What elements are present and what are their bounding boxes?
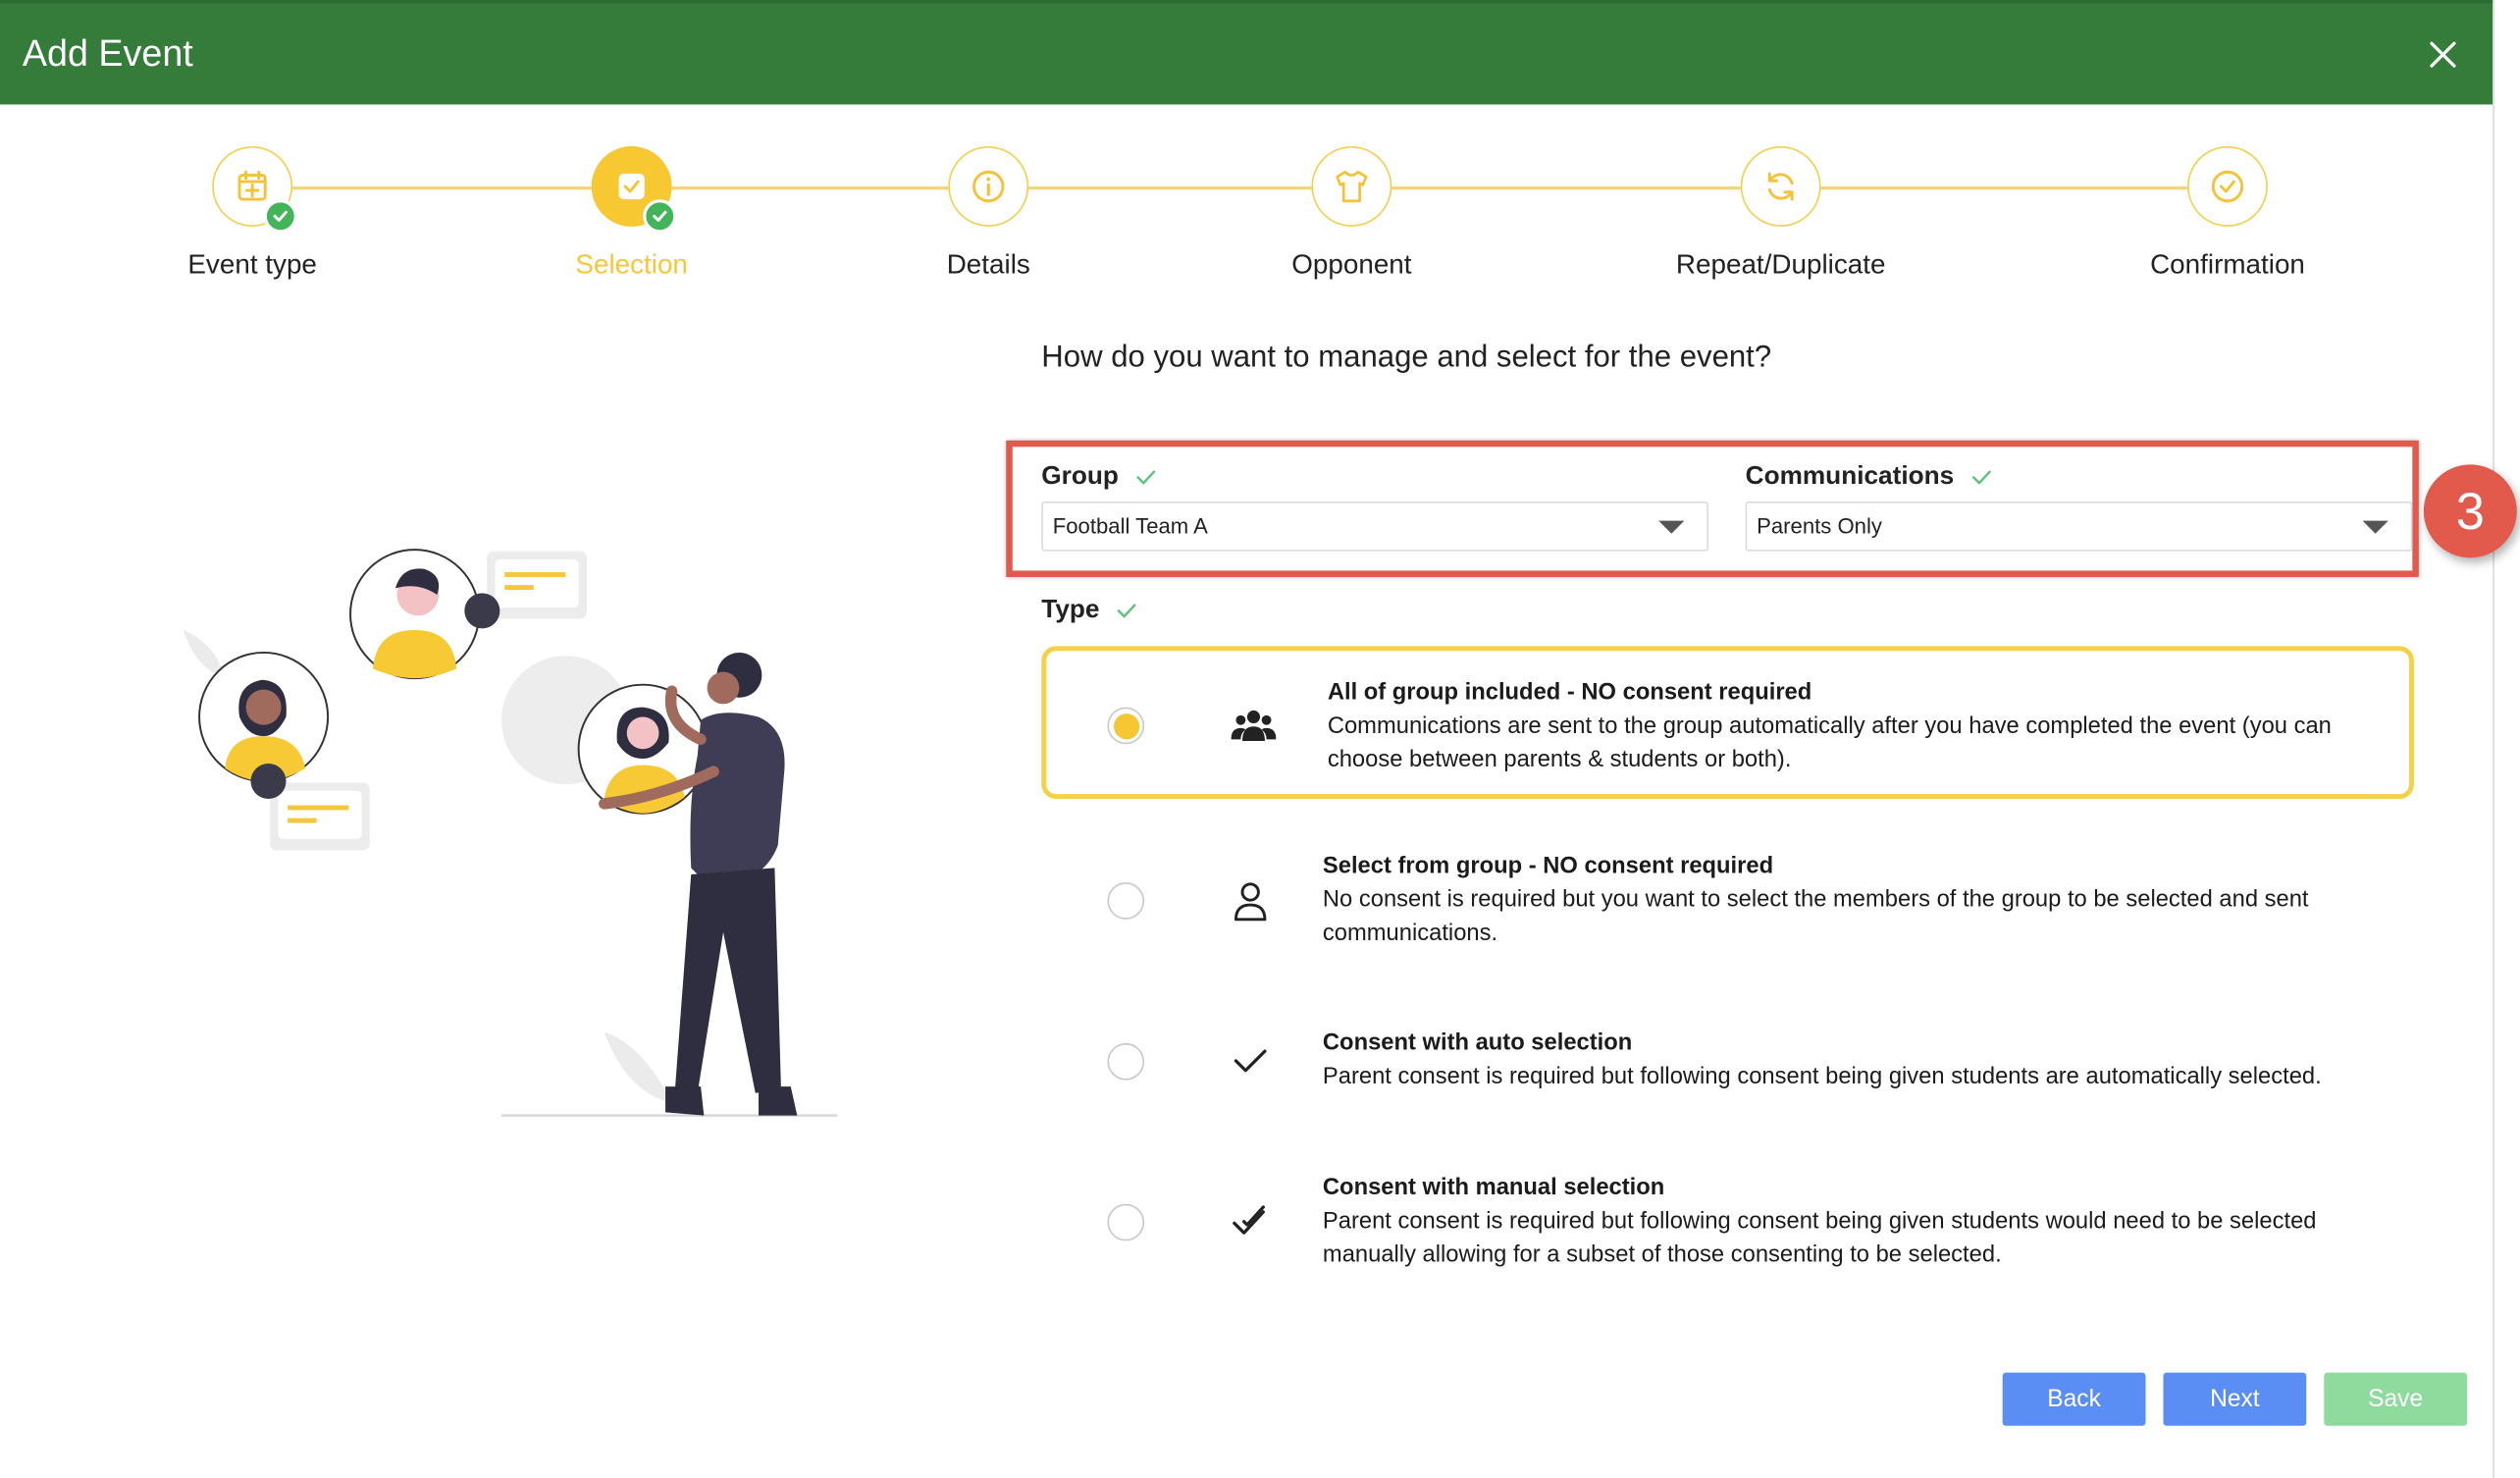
option-description: Parent consent is required but following… xyxy=(1322,1064,2322,1090)
modal-title: Add Event xyxy=(22,31,193,75)
option-title: Select from group - NO consent required xyxy=(1322,853,1774,879)
step-event-type[interactable] xyxy=(212,146,297,234)
group-icon xyxy=(1231,706,1277,752)
step-complete-check-icon xyxy=(643,199,677,234)
person-icon xyxy=(1232,881,1270,931)
step-confirmation[interactable] xyxy=(2187,146,2268,227)
option-description: No consent is required but you want to s… xyxy=(1322,887,2309,947)
people-selection-illustration xyxy=(161,530,852,1125)
chevron-down-icon xyxy=(1658,520,1685,534)
refresh-icon xyxy=(1767,172,1794,201)
back-button[interactable]: Back xyxy=(2002,1372,2146,1426)
next-button[interactable]: Next xyxy=(2163,1372,2307,1426)
add-event-modal: Add Event Event type Selection Details O… xyxy=(0,0,2520,1478)
step-label-confirmation: Confirmation xyxy=(2150,248,2305,280)
info-icon xyxy=(972,170,1005,203)
type-option-all-of-group[interactable]: All of group included - NO consent requi… xyxy=(1041,646,2414,799)
communications-label-text: Communications xyxy=(1745,462,1955,491)
checkbox-icon xyxy=(618,173,645,200)
scrollbar-track xyxy=(2493,0,2520,1478)
shirt-icon xyxy=(1336,170,1368,203)
option-title: All of group included - NO consent requi… xyxy=(1327,679,1812,706)
group-label: Group xyxy=(1041,463,1157,492)
step-label-event-type: Event type xyxy=(187,248,317,280)
close-icon[interactable] xyxy=(2421,32,2466,78)
radio-consent-manual[interactable] xyxy=(1107,1203,1145,1241)
step-complete-check-icon xyxy=(263,199,297,234)
type-option-select-from-group[interactable]: Select from group - NO consent required … xyxy=(1041,836,2414,973)
radio-consent-auto[interactable] xyxy=(1107,1042,1145,1081)
step-connector xyxy=(1391,185,1741,189)
group-label-text: Group xyxy=(1041,462,1119,491)
step-connector xyxy=(1820,185,2188,189)
step-opponent[interactable] xyxy=(1311,146,1392,227)
group-select[interactable]: Football Team A xyxy=(1041,501,1708,552)
step-label-details: Details xyxy=(946,248,1030,280)
step-selection[interactable] xyxy=(591,146,677,234)
annotation-step-badge: 3 xyxy=(2423,464,2517,558)
option-description: Communications are sent to the group aut… xyxy=(1327,713,2332,773)
step-connector xyxy=(1028,185,1312,189)
check-icon xyxy=(1232,1045,1270,1085)
option-title: Consent with auto selection xyxy=(1322,1029,1633,1057)
type-option-consent-manual[interactable]: Consent with manual selection Parent con… xyxy=(1041,1157,2414,1293)
valid-check-icon xyxy=(1136,470,1156,485)
step-connector xyxy=(292,185,592,189)
double-check-icon xyxy=(1232,1204,1270,1247)
communications-label: Communications xyxy=(1746,463,1993,492)
selection-question: How do you want to manage and select for… xyxy=(1041,341,1772,375)
valid-check-icon xyxy=(1971,470,1991,485)
step-label-repeat-duplicate: Repeat/Duplicate xyxy=(1675,248,1886,280)
modal-header: Add Event xyxy=(0,0,2494,105)
step-connector xyxy=(671,185,949,189)
communications-select[interactable]: Parents Only xyxy=(1745,501,2413,552)
step-label-selection: Selection xyxy=(575,248,688,280)
valid-check-icon xyxy=(1117,604,1136,618)
step-repeat-duplicate[interactable] xyxy=(1740,146,1821,227)
type-label: Type xyxy=(1041,597,1138,625)
option-description: Parent consent is required but following… xyxy=(1322,1208,2317,1269)
save-button[interactable]: Save xyxy=(2324,1372,2468,1426)
type-label-text: Type xyxy=(1041,596,1100,624)
option-title: Consent with manual selection xyxy=(1322,1175,1665,1201)
check-circle-icon xyxy=(2211,170,2244,203)
step-label-opponent: Opponent xyxy=(1291,248,1412,280)
communications-select-value: Parents Only xyxy=(1757,514,1882,539)
calendar-plus-icon xyxy=(237,170,267,201)
chevron-down-icon xyxy=(2362,520,2389,534)
step-details[interactable] xyxy=(948,146,1029,227)
radio-select-from-group[interactable] xyxy=(1107,882,1145,920)
type-option-consent-auto[interactable]: Consent with auto selection Parent conse… xyxy=(1041,1013,2414,1117)
group-select-value: Football Team A xyxy=(1052,514,1208,539)
radio-all-of-group[interactable] xyxy=(1107,707,1145,745)
